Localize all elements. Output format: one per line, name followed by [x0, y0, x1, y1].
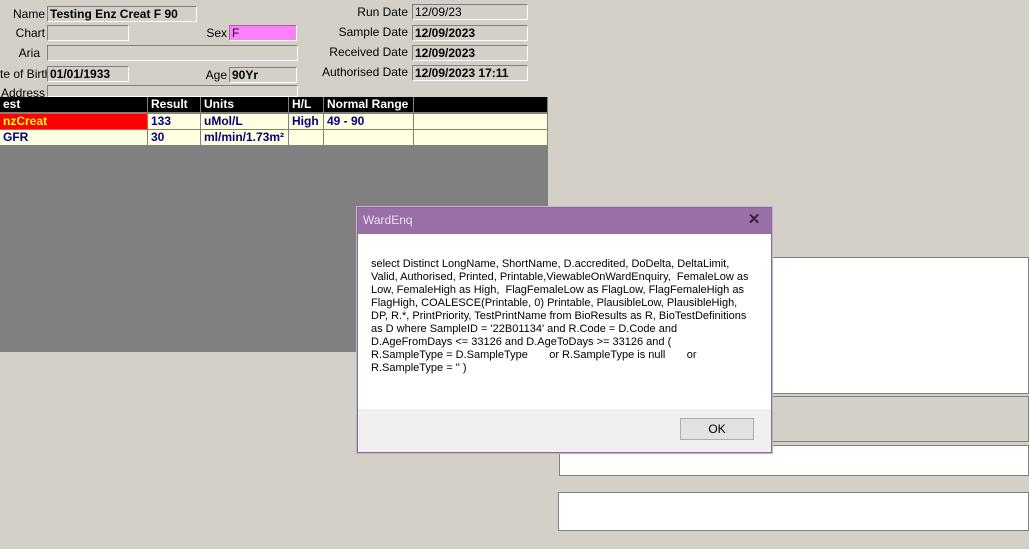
sex-field[interactable]: F [229, 25, 297, 41]
received-date-label: Received Date [329, 45, 408, 59]
table-row-cell-hl[interactable]: High [289, 114, 324, 130]
comment-box-upper[interactable] [771, 257, 1029, 394]
dialog-message-area: select Distinct LongName, ShortName, D.a… [358, 234, 771, 409]
grid-header-normal-range[interactable]: Normal Range [324, 97, 414, 113]
grid-header-units[interactable]: Units [201, 97, 289, 113]
close-icon[interactable]: ✕ [737, 208, 771, 233]
dialog-title: WardEnq [363, 213, 413, 227]
wardenq-dialog: WardEnq ✕ select Distinct LongName, Shor… [357, 207, 772, 453]
run-date-field[interactable]: 12/09/23 [412, 4, 528, 20]
table-row-cell-range[interactable] [324, 130, 414, 146]
grid-header-test[interactable]: est [0, 97, 148, 113]
grid-header-extra[interactable] [414, 97, 548, 113]
table-row-cell-extra[interactable] [414, 114, 548, 130]
sex-label: Sex [206, 26, 227, 40]
dialog-message: select Distinct LongName, ShortName, D.a… [371, 258, 752, 374]
age-field[interactable]: 90Yr [229, 67, 297, 83]
chart-field[interactable] [47, 25, 129, 41]
table-row-cell-range[interactable]: 49 - 90 [324, 114, 414, 130]
table-row-cell-test[interactable]: nzCreat [0, 114, 148, 130]
comment-box-lower[interactable] [558, 492, 1029, 531]
table-row-cell-units[interactable]: ml/min/1.73m² [201, 130, 289, 146]
name-label: Name [12, 7, 45, 21]
table-row-cell-result[interactable]: 133 [148, 114, 201, 130]
table-row-cell-units[interactable]: uMol/L [201, 114, 289, 130]
run-date-label: Run Date [357, 5, 408, 19]
grid-header-result[interactable]: Result [148, 97, 201, 113]
grid-header-hl[interactable]: H/L [289, 97, 324, 113]
table-row-cell-result[interactable]: 30 [148, 130, 201, 146]
dob-field[interactable]: 01/01/1933 [47, 66, 129, 82]
age-label: Age [205, 68, 227, 82]
chart-label: Chart [15, 26, 45, 40]
dob-label: te of Birth [0, 67, 52, 81]
sample-date-field[interactable]: 12/09/2023 [412, 25, 528, 41]
dialog-title-bar[interactable]: WardEnq ✕ [358, 208, 771, 234]
authorised-date-label: Authorised Date [321, 65, 408, 79]
sample-date-label: Sample Date [338, 25, 408, 39]
table-row-cell-hl[interactable] [289, 130, 324, 146]
panel-middle [771, 396, 1029, 442]
aria-label: Aria [18, 46, 40, 60]
table-row-cell-test[interactable]: GFR [0, 130, 148, 146]
authorised-date-field[interactable]: 12/09/2023 17:11 [412, 65, 528, 81]
name-field[interactable]: Testing Enz Creat F 90 [47, 6, 197, 22]
ok-button[interactable]: OK [680, 418, 754, 440]
table-row-cell-extra[interactable] [414, 130, 548, 146]
address-field[interactable] [47, 85, 298, 97]
received-date-field[interactable]: 12/09/2023 [412, 45, 528, 61]
aria-field[interactable] [47, 45, 298, 61]
